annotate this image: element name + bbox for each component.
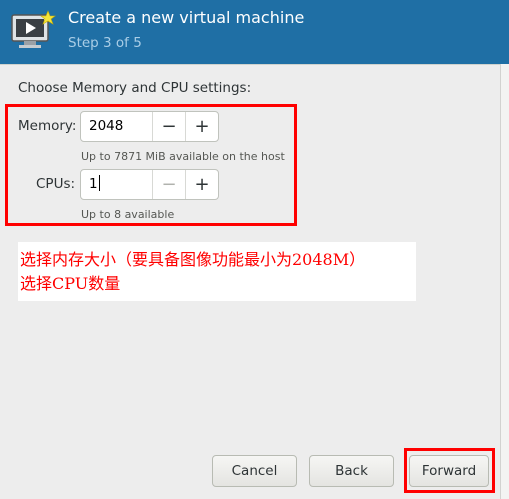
annotation-panel: 选择内存大小（要具备图像功能最小为2048M） 选择CPU数量 bbox=[18, 242, 416, 301]
header-divider bbox=[0, 64, 509, 65]
section-label: Choose Memory and CPU settings: bbox=[18, 80, 252, 96]
annotation-line-1: 选择内存大小（要具备图像功能最小为2048M） bbox=[20, 250, 366, 269]
text-cursor bbox=[98, 175, 100, 191]
new-vm-icon bbox=[11, 10, 56, 48]
memory-value[interactable]: 2048 bbox=[81, 112, 152, 141]
back-button[interactable]: Back bbox=[309, 455, 394, 487]
memory-spinbox[interactable]: 2048 − + bbox=[80, 111, 219, 142]
memory-increase-button[interactable]: + bbox=[185, 112, 218, 141]
memory-decrease-button[interactable]: − bbox=[152, 112, 185, 141]
cancel-button[interactable]: Cancel bbox=[212, 455, 297, 487]
window-edge bbox=[500, 64, 509, 499]
cpus-spinbox[interactable]: 1 − + bbox=[80, 169, 219, 200]
cpus-value-text: 1 bbox=[89, 176, 98, 192]
cpus-label: CPUs: bbox=[36, 176, 76, 192]
forward-button[interactable]: Forward bbox=[409, 455, 489, 487]
wizard-title: Create a new virtual machine bbox=[68, 8, 305, 27]
memory-hint: Up to 7871 MiB available on the host bbox=[81, 150, 285, 163]
memory-label: Memory: bbox=[18, 118, 77, 134]
cpus-value[interactable]: 1 bbox=[81, 170, 152, 199]
cpus-hint: Up to 8 available bbox=[81, 208, 175, 221]
wizard-header: Create a new virtual machine Step 3 of 5 bbox=[0, 0, 509, 64]
cpus-increase-button[interactable]: + bbox=[185, 170, 218, 199]
cpus-decrease-button[interactable]: − bbox=[152, 170, 185, 199]
wizard-step: Step 3 of 5 bbox=[68, 35, 142, 51]
annotation-line-2: 选择CPU数量 bbox=[20, 274, 121, 293]
